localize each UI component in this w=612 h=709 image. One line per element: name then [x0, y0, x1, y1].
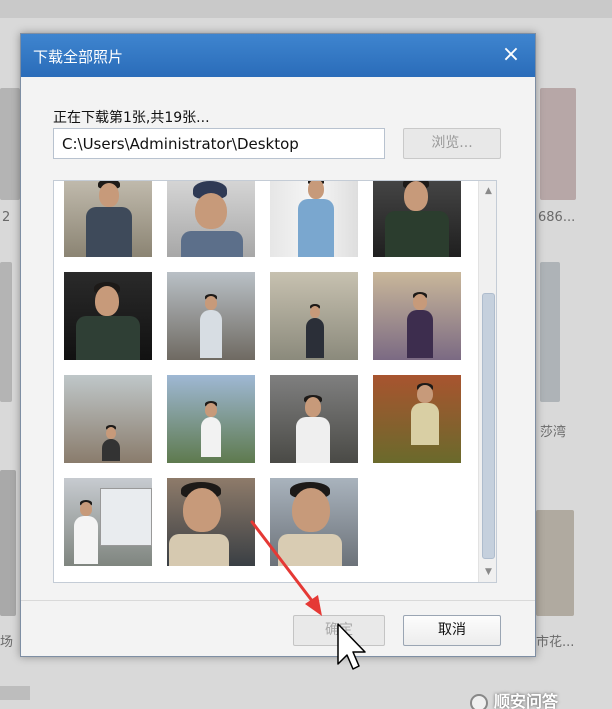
background-thumbnail — [0, 262, 12, 402]
background-thumbnail — [540, 262, 560, 402]
browse-button[interactable]: 浏览... — [403, 128, 501, 159]
photo-grid-scrollbar[interactable]: ▲ ▼ — [478, 181, 496, 582]
watermark-logo-icon — [470, 693, 488, 709]
background-thumbnail — [0, 88, 20, 200]
photo-thumbnail[interactable] — [167, 375, 255, 463]
photo-thumbnail[interactable] — [270, 181, 358, 257]
save-path-input[interactable] — [53, 128, 385, 159]
download-all-photos-dialog: 下载全部照片 × 正在下载第1张,共19张... 浏览... — [20, 33, 536, 657]
photo-grid[interactable]: ▲ ▼ — [53, 180, 497, 583]
background-thumbnail — [540, 88, 576, 200]
photo-thumbnail[interactable] — [64, 375, 152, 463]
photo-thumbnail[interactable] — [64, 181, 152, 257]
scroll-up-icon[interactable]: ▲ — [479, 183, 496, 199]
photo-thumbnail[interactable] — [167, 478, 255, 566]
photo-thumbnail[interactable] — [373, 272, 461, 360]
photo-thumbnail[interactable] — [373, 181, 461, 257]
background-topbar — [0, 0, 612, 18]
watermark-text: 顺安问答 — [494, 692, 559, 709]
background-label: 市花... — [536, 635, 575, 650]
photo-thumbnail[interactable] — [270, 272, 358, 360]
dialog-titlebar[interactable]: 下载全部照片 × — [21, 34, 535, 77]
photo-thumbnail[interactable] — [373, 375, 461, 463]
dialog-title: 下载全部照片 — [33, 48, 124, 66]
background-label: 莎湾 — [540, 425, 567, 440]
ok-button[interactable]: 确定 — [293, 615, 385, 646]
photo-thumbnail[interactable] — [167, 181, 255, 257]
watermark: 顺安问答 — [470, 688, 612, 709]
download-status: 正在下载第1张,共19张... — [53, 110, 210, 126]
scroll-thumb[interactable] — [482, 293, 495, 559]
close-icon[interactable]: × — [499, 43, 523, 67]
scroll-down-icon[interactable]: ▼ — [479, 564, 496, 580]
background-bottom-bar — [0, 686, 30, 700]
background-thumbnail — [536, 510, 574, 616]
background-label: 场 — [0, 635, 14, 650]
photo-thumbnail[interactable] — [167, 272, 255, 360]
background-label: 2 — [2, 210, 11, 225]
cancel-button[interactable]: 取消 — [403, 615, 501, 646]
footer-divider — [21, 600, 535, 601]
photo-thumbnail[interactable] — [270, 375, 358, 463]
photo-thumbnail[interactable] — [64, 478, 152, 566]
background-label: 686... — [538, 210, 576, 225]
photo-thumbnail[interactable] — [64, 272, 152, 360]
photo-thumbnail[interactable] — [270, 478, 358, 566]
background-thumbnail — [0, 470, 16, 616]
